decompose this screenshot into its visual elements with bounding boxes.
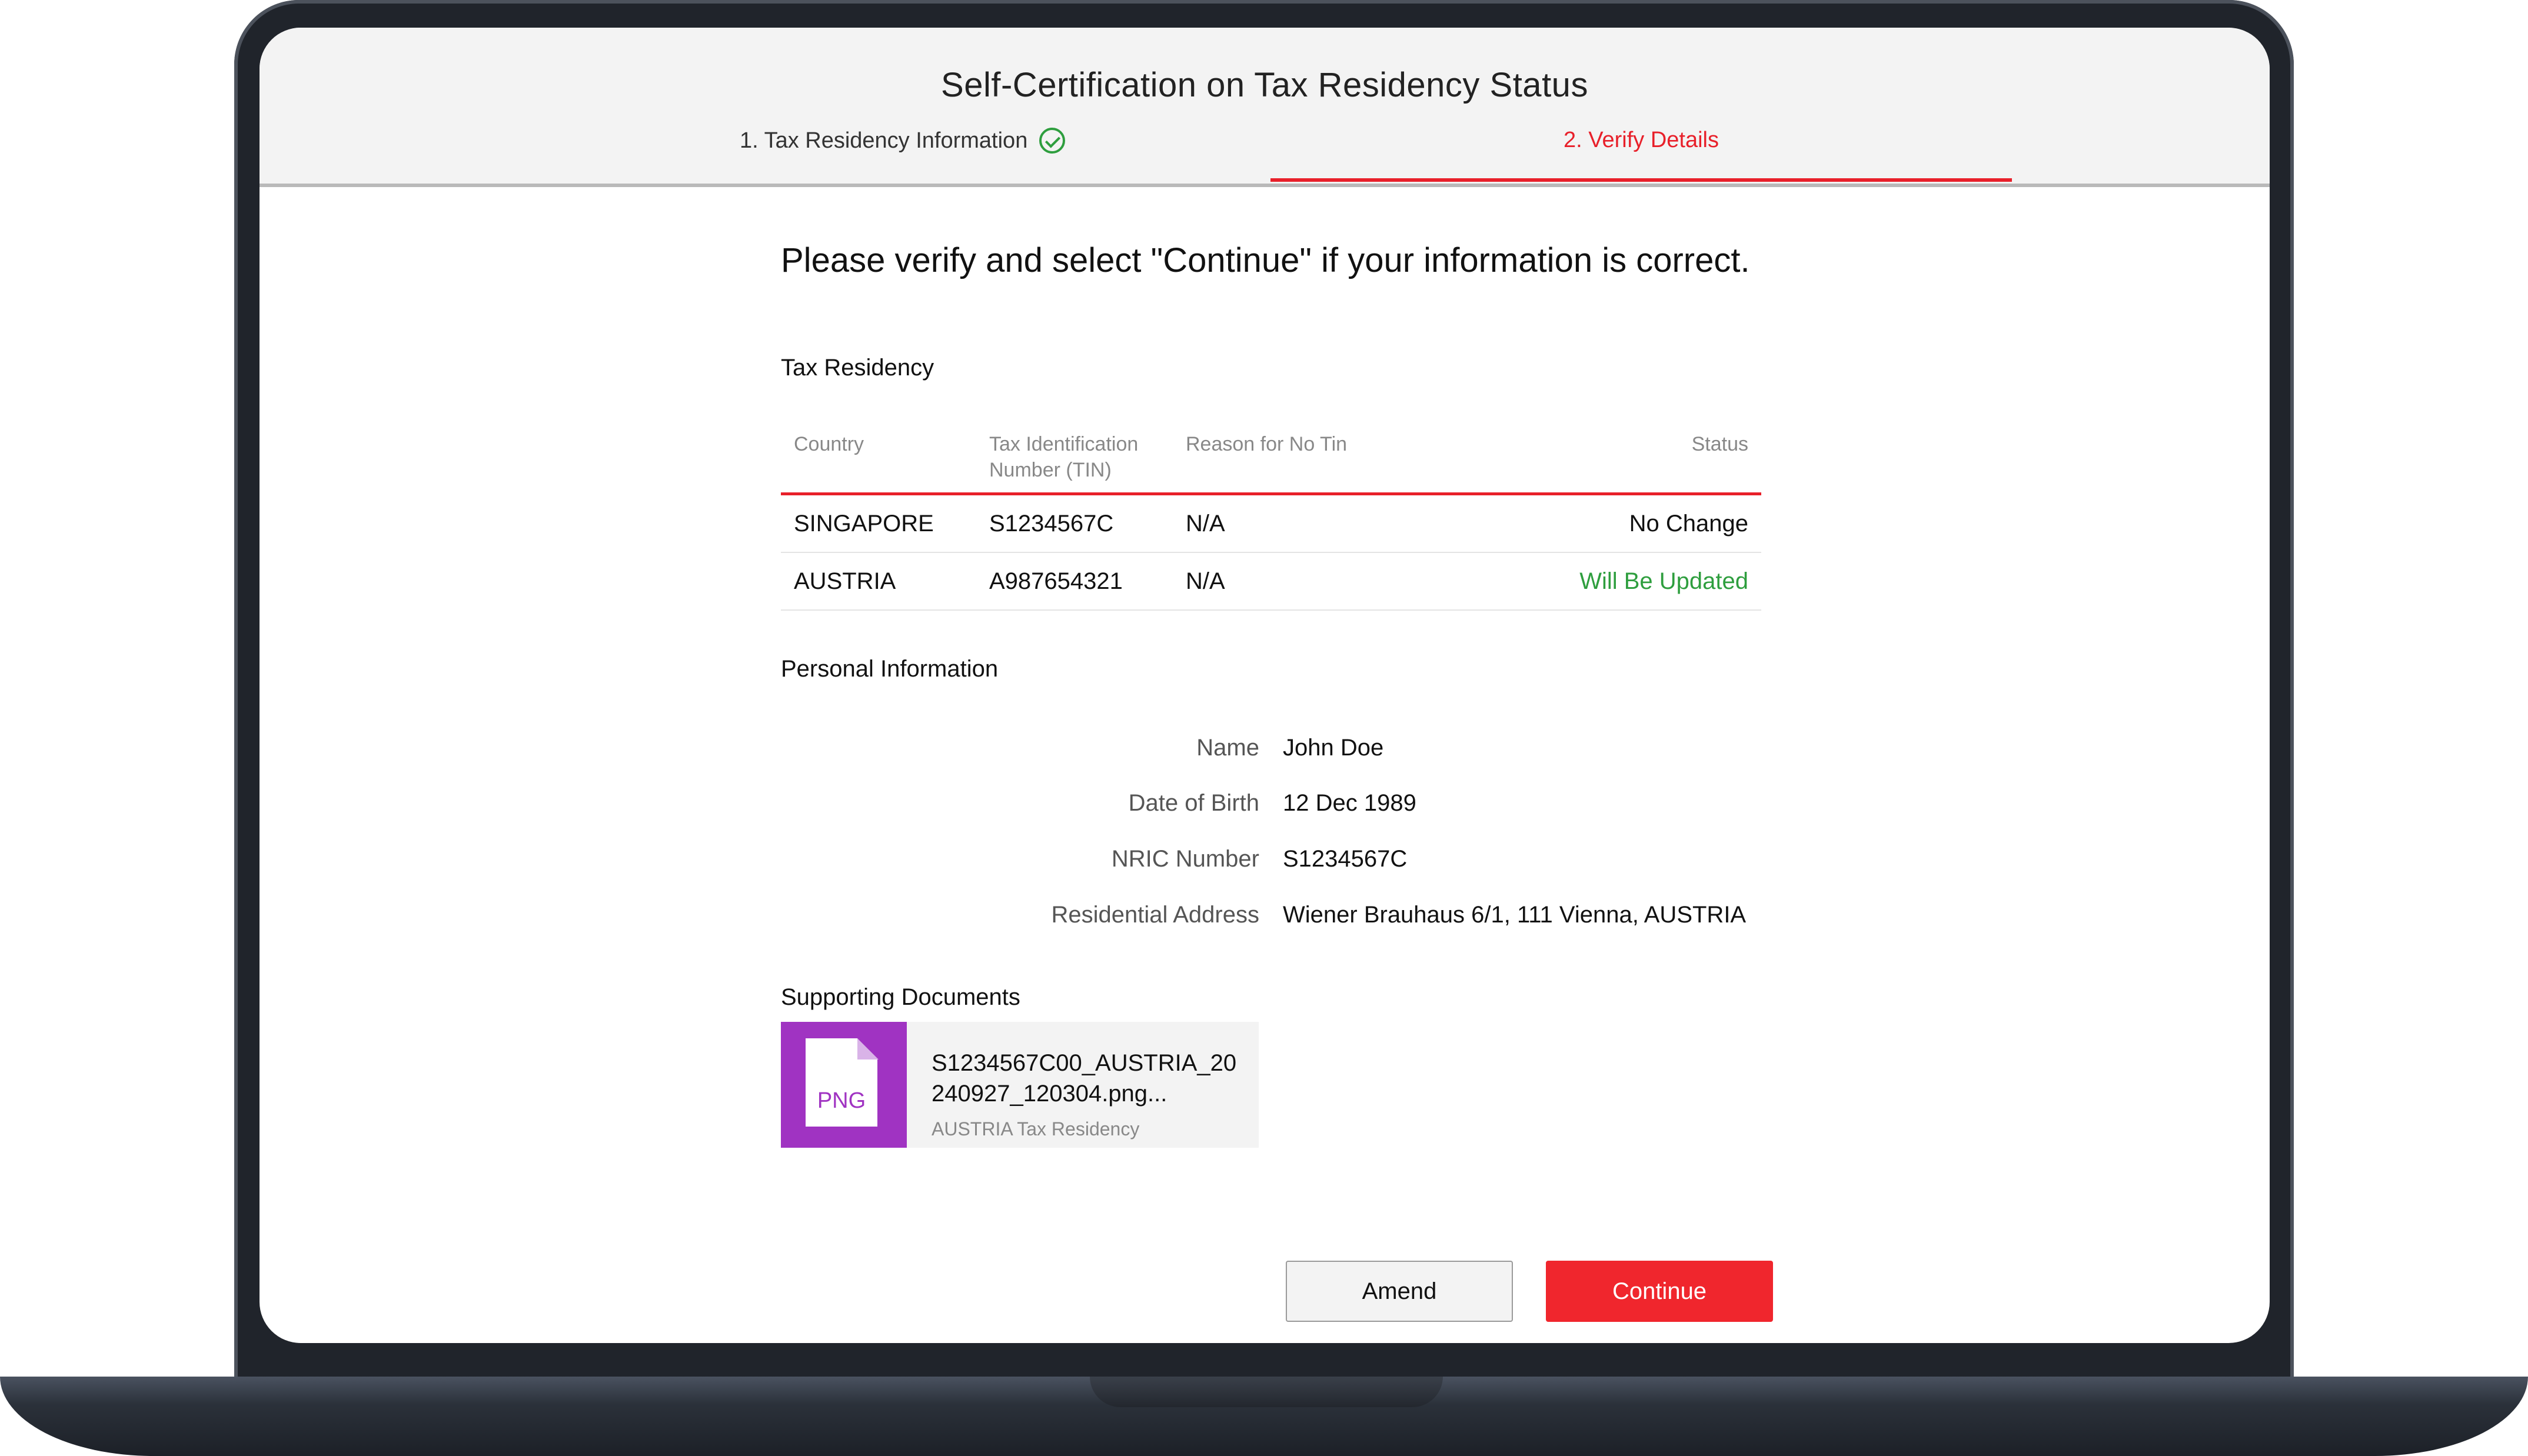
personal-information-heading: Personal Information <box>781 656 999 682</box>
document-tile[interactable]: PNG S1234567C00_AUSTRIA_20240927_120304.… <box>781 1022 1259 1148</box>
amend-button[interactable]: Amend <box>1286 1261 1513 1322</box>
cell-status: No Change <box>1629 511 1748 537</box>
document-thumbnail: PNG <box>781 1022 907 1148</box>
field-value: 12 Dec 1989 <box>1283 790 1416 816</box>
cell-tin: S1234567C <box>989 511 1114 537</box>
step-verify-details[interactable]: 2. Verify Details <box>1564 128 1719 153</box>
table-row: AUSTRIA A987654321 N/A Will Be Updated <box>781 553 1761 611</box>
column-tin: Tax Identification Number (TIN) <box>989 433 1139 481</box>
field-label: Name <box>1196 735 1259 761</box>
document-name: S1234567C00_AUSTRIA_20240927_120304.png.… <box>932 1050 1237 1107</box>
laptop-screen: Self-Certification on Tax Residency Stat… <box>260 28 2270 1343</box>
field-label: NRIC Number <box>1111 846 1259 872</box>
page-header: Self-Certification on Tax Residency Stat… <box>260 28 2270 187</box>
column-status: Status <box>1691 433 1748 455</box>
file-type-label: PNG <box>817 1088 866 1113</box>
cell-status: Will Be Updated <box>1579 568 1748 594</box>
cell-reason: N/A <box>1186 511 1225 537</box>
step-label: 2. Verify Details <box>1564 128 1719 152</box>
page-title: Self-Certification on Tax Residency Stat… <box>941 66 1588 104</box>
cell-country: SINGAPORE <box>794 511 934 537</box>
field-label: Date of Birth <box>1128 790 1259 816</box>
check-circle-icon <box>1039 128 1066 154</box>
field-value: Wiener Brauhaus 6/1, 111 Vienna, AUSTRIA <box>1283 902 1747 928</box>
field-label: Residential Address <box>1051 902 1259 928</box>
step-label: 1. Tax Residency Information <box>740 128 1028 153</box>
cell-tin: A987654321 <box>989 568 1123 594</box>
laptop-notch <box>1090 1377 1443 1407</box>
supporting-documents-heading: Supporting Documents <box>781 984 1020 1010</box>
continue-button[interactable]: Continue <box>1546 1261 1773 1322</box>
document-subtitle: AUSTRIA Tax Residency <box>932 1118 1140 1140</box>
personal-info-row: Residential Address Wiener Brauhaus 6/1,… <box>781 902 1761 937</box>
cell-reason: N/A <box>1186 568 1225 594</box>
file-fold-icon <box>857 1038 879 1059</box>
step-tax-residency-information[interactable]: 1. Tax Residency Information <box>740 128 1066 154</box>
cell-country: AUSTRIA <box>794 568 896 594</box>
personal-info-row: Date of Birth 12 Dec 1989 <box>781 790 1761 825</box>
verify-prompt: Please verify and select "Continue" if y… <box>781 241 1750 279</box>
personal-info-row: Name John Doe <box>781 735 1761 770</box>
column-country: Country <box>794 433 864 455</box>
table-row: SINGAPORE S1234567C N/A No Change <box>781 495 1761 553</box>
active-step-indicator <box>1270 178 2012 182</box>
tax-residency-heading: Tax Residency <box>781 355 934 381</box>
field-value: John Doe <box>1283 735 1384 761</box>
tax-residency-table-header: Country Tax Identification Number (TIN) … <box>781 404 1761 495</box>
field-value: S1234567C <box>1283 846 1408 872</box>
personal-info-row: NRIC Number S1234567C <box>781 846 1761 881</box>
column-reason: Reason for No Tin <box>1186 433 1348 455</box>
